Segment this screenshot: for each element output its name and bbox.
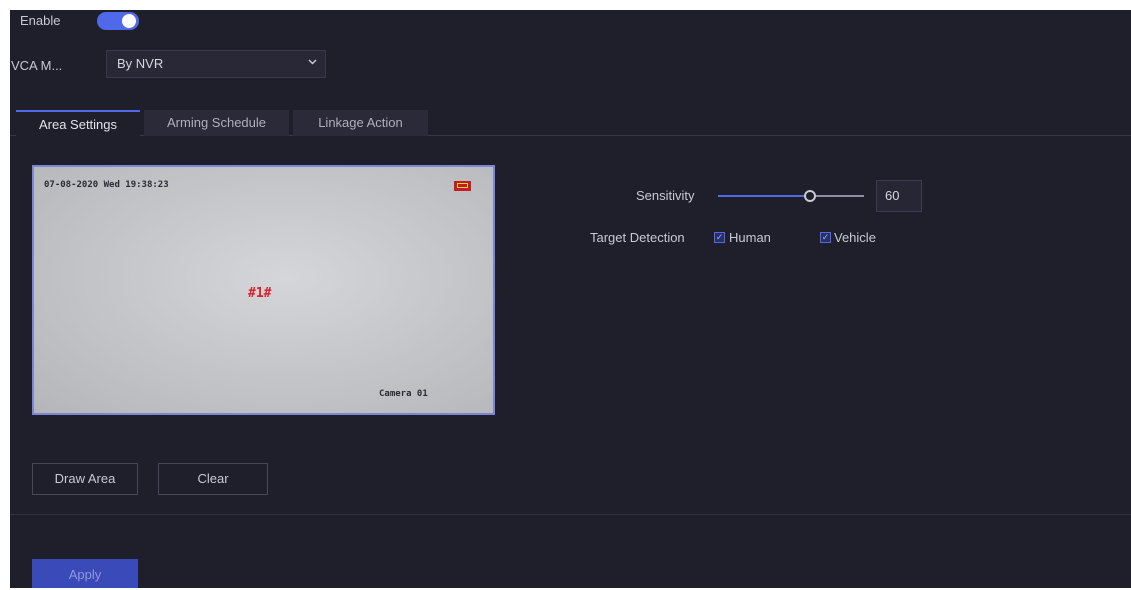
- preview-timestamp: 07-08-2020 Wed 19:38:23: [44, 180, 169, 190]
- target-detection-label: Target Detection: [590, 230, 685, 245]
- footer-divider: [10, 514, 1131, 515]
- human-checkbox[interactable]: ✓: [714, 232, 725, 243]
- recording-flag-icon: [454, 181, 471, 191]
- vca-mode-select[interactable]: By NVR: [106, 50, 326, 78]
- slider-thumb[interactable]: [804, 190, 816, 202]
- zone-label: #1#: [248, 286, 272, 301]
- enable-toggle[interactable]: [97, 12, 139, 30]
- clear-button[interactable]: Clear: [158, 463, 268, 495]
- vca-mode-label: VCA M...: [11, 58, 63, 73]
- human-label: Human: [729, 230, 771, 245]
- chevron-down-icon: [308, 59, 317, 65]
- tab-linkage-action[interactable]: Linkage Action: [293, 110, 428, 136]
- tab-area-settings[interactable]: Area Settings: [16, 110, 140, 138]
- draw-area-button[interactable]: Draw Area: [32, 463, 138, 495]
- camera-preview[interactable]: 07-08-2020 Wed 19:38:23 #1# Camera 01: [32, 165, 495, 415]
- tab-arming-schedule[interactable]: Arming Schedule: [144, 110, 289, 136]
- sensitivity-slider[interactable]: [718, 189, 864, 203]
- slider-fill: [718, 195, 806, 197]
- vca-settings-panel: Enable VCA M... By NVR Area Settings Arm…: [10, 10, 1131, 588]
- enable-label: Enable: [20, 13, 61, 28]
- toggle-knob: [122, 14, 136, 28]
- sensitivity-input[interactable]: 60: [876, 180, 922, 212]
- sensitivity-label: Sensitivity: [636, 188, 695, 203]
- camera-name: Camera 01: [379, 389, 428, 399]
- apply-button[interactable]: Apply: [32, 559, 138, 588]
- slider-track: [812, 195, 864, 197]
- vehicle-label: Vehicle: [834, 230, 876, 245]
- vehicle-checkbox[interactable]: ✓: [820, 232, 831, 243]
- vca-mode-value: By NVR: [117, 56, 164, 71]
